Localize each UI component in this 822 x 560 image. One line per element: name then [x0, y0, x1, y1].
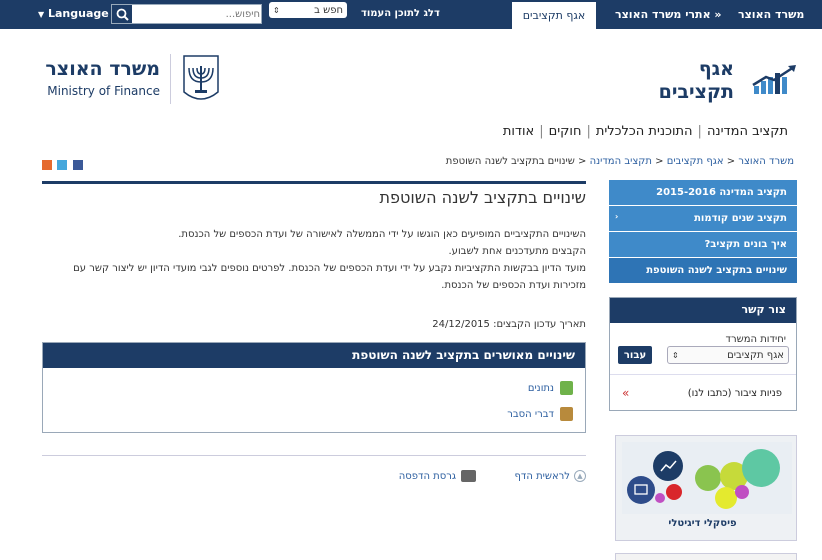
search-scope-select[interactable]: חפש ב ⇕	[269, 2, 347, 18]
nav-economic-plan[interactable]: התוכנית הכלכלית	[593, 124, 696, 139]
twitter-icon[interactable]	[57, 160, 67, 170]
print-version-link[interactable]: גרסת הדפסה	[399, 470, 476, 482]
top-bar: משרד האוצר אתרי משרד האוצר » אגף תקציבים…	[0, 0, 822, 29]
approved-changes-box: שינויים מאושרים בתקציב לשנה השוטפת נתוני…	[42, 342, 586, 433]
paragraph: מועד הדיון בבקשות התקציביות נקבע על ידי …	[73, 263, 586, 274]
page-body: השינויים התקציביים המופיעים כאן הוגשו על…	[42, 226, 586, 294]
back-to-top-link[interactable]: ▲ לראשית הדף	[515, 470, 586, 482]
go-button[interactable]: עבור	[618, 346, 652, 364]
logo-divider	[170, 54, 171, 104]
breadcrumb-mof[interactable]: משרד האוצר	[738, 156, 794, 167]
nav-separator: |	[539, 124, 544, 139]
back-to-top-label: לראשית הדף	[514, 470, 570, 482]
search-input[interactable]	[134, 6, 260, 22]
breadcrumb-current: שינויים בתקציב לשנה השוטפת	[445, 156, 575, 167]
approved-changes-title: שינויים מאושרים בתקציב לשנה השוטפת	[43, 343, 585, 368]
updown-icon: ⇕	[672, 350, 679, 360]
brand-line-2: תקציבים	[658, 81, 734, 103]
share-plus-icon[interactable]	[42, 160, 52, 170]
facebook-icon[interactable]	[73, 160, 83, 170]
breadcrumb-budget-dept[interactable]: אגף תקציבים	[667, 156, 724, 167]
bubbles-illustration-icon	[622, 442, 792, 514]
breadcrumb-state-budget[interactable]: תקציב המדינה	[590, 156, 652, 167]
units-select[interactable]: אגף תקציבים ⇕	[667, 346, 789, 364]
language-selector[interactable]: ▼ Language	[38, 7, 109, 20]
update-date-value: 24/12/2015	[432, 319, 490, 330]
side-menu-item-budget-2015-2016[interactable]: תקציב המדינה 2015-2016	[609, 180, 797, 205]
update-date-label: תאריך עדכון הקבצים:	[493, 319, 586, 330]
content-divider	[42, 455, 586, 456]
file-link-label: נתונים	[527, 382, 554, 394]
chevron-left-icon: ‹	[615, 212, 619, 221]
contact-box: צור קשר יחידות המשרד אגף תקציבים ⇕ עבור …	[609, 297, 797, 411]
bar-chart-logo-icon	[752, 65, 796, 94]
nav-separator: |	[697, 124, 702, 139]
nav-about[interactable]: אודות	[500, 124, 537, 139]
printer-icon	[461, 470, 476, 482]
update-date-line: תאריך עדכון הקבצים: 24/12/2015	[432, 319, 586, 330]
breadcrumb: משרד האוצר < אגף תקציבים < תקציב המדינה …	[445, 156, 794, 167]
contact-divider	[610, 374, 796, 375]
content-top-rule	[42, 181, 586, 184]
side-menu-item-previous-years[interactable]: תקציב שנים קודמות ‹	[609, 206, 797, 231]
brand-line-1: אגף	[698, 58, 734, 80]
budget-department-logo[interactable]: אגף תקציבים	[654, 58, 734, 104]
paragraph: השינויים התקציביים המופיעים כאן הוגשו על…	[178, 229, 586, 240]
side-menu-item-label: תקציב שנים קודמות	[694, 213, 787, 224]
main-nav: תקציב המדינה | התוכנית הכלכלית | חוקים |…	[500, 124, 791, 139]
paragraph: מזכירות ועדת הכספים של הכנסת.	[441, 280, 586, 291]
units-select-value: אגף תקציבים	[727, 349, 784, 361]
print-version-label: גרסת הדפסה	[398, 470, 456, 482]
second-promo[interactable]	[615, 553, 797, 560]
updown-icon: ⇕	[273, 5, 280, 15]
zip-file-icon	[560, 407, 573, 421]
state-emblem-icon	[183, 55, 219, 100]
excel-file-icon	[560, 381, 573, 395]
top-link-mof-sites[interactable]: אתרי משרד האוצר »	[615, 8, 722, 21]
promo-caption[interactable]: פיסקלי דיגיטלי	[625, 518, 780, 529]
language-label: Language	[48, 7, 109, 20]
public-inquiries-link[interactable]: פניות ציבור (כתבו לנו)	[688, 388, 782, 399]
file-link-data[interactable]: נתונים	[528, 381, 573, 395]
nav-laws[interactable]: חוקים	[546, 124, 585, 139]
nav-separator: |	[586, 124, 591, 139]
search-scope-label: חפש ב	[314, 4, 343, 16]
mof-subtitle: Ministry of Finance	[47, 84, 160, 98]
search-icon	[116, 8, 129, 21]
side-menu: תקציב המדינה 2015-2016 תקציב שנים קודמות…	[609, 180, 797, 284]
search-box	[111, 4, 262, 24]
skip-to-content-link[interactable]: דלג לתוכן העמוד	[361, 8, 440, 19]
file-link-explanations[interactable]: דברי הסבר	[507, 407, 573, 421]
mof-title[interactable]: משרד האוצר	[44, 58, 160, 80]
file-link-label: דברי הסבר	[507, 408, 554, 420]
search-button[interactable]	[112, 5, 132, 23]
side-menu-item-current-changes[interactable]: שינויים בתקציב לשנה השוטפת	[609, 258, 797, 283]
tab-budget-department[interactable]: אגף תקציבים	[512, 2, 596, 29]
top-link-mof[interactable]: משרד האוצר	[738, 8, 804, 21]
nav-state-budget[interactable]: תקציב המדינה	[704, 124, 791, 139]
page-title: שינויים בתקציב לשנה השוטפת	[379, 188, 586, 207]
double-chevron-icon: «	[622, 386, 630, 400]
units-label: יחידות המשרד	[725, 334, 786, 345]
up-arrow-icon: ▲	[574, 470, 586, 482]
side-menu-item-how-budget-built[interactable]: איך בונים תקציב?	[609, 232, 797, 257]
paragraph: הקבצים מתעדכנים אחת לשבוע.	[448, 246, 587, 257]
contact-title: צור קשר	[610, 298, 796, 323]
caret-down-icon: ▼	[38, 10, 45, 19]
